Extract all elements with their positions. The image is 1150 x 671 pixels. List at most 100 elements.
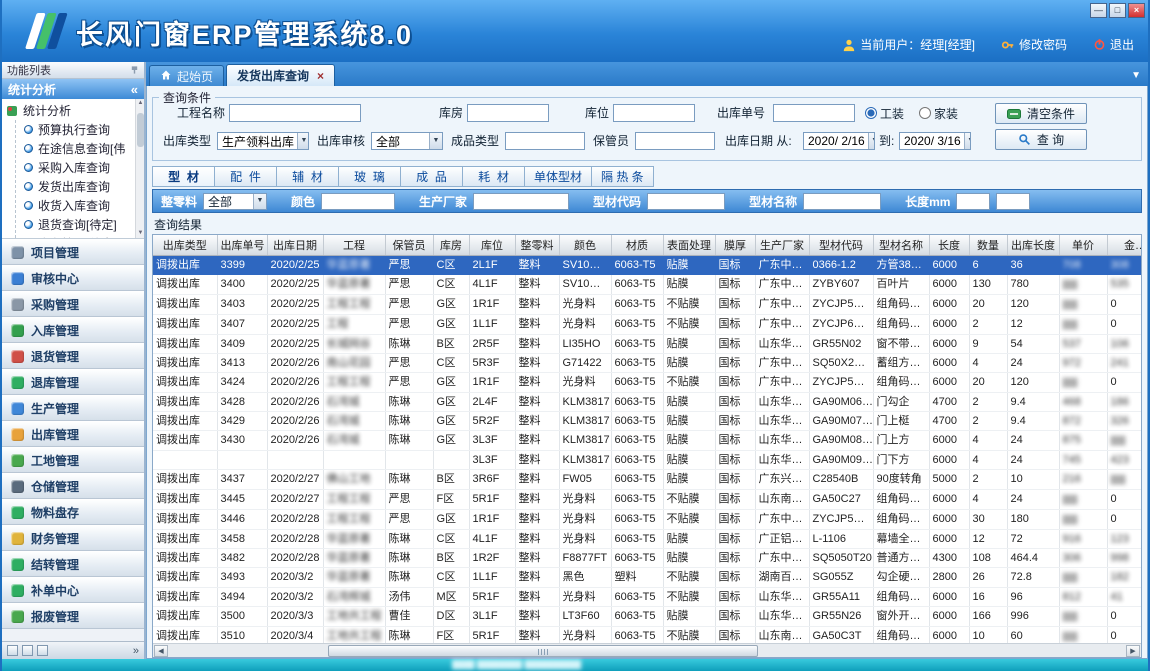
column-header[interactable]: 表面处理 xyxy=(663,235,715,255)
tree-item[interactable]: 预算执行查询 xyxy=(16,120,144,139)
scrollbar-thumb[interactable] xyxy=(328,645,758,657)
column-header[interactable]: 型材代码 xyxy=(809,235,873,255)
column-header[interactable]: 数量 xyxy=(969,235,1007,255)
sidebar-item-project[interactable]: 项目管理 xyxy=(2,239,144,265)
table-row[interactable]: 调拨出库35002020/3/3工地共工程曹佳D区3L1F整料LT3F60606… xyxy=(153,606,1141,626)
tree-scrollbar[interactable]: ▲ ▼ xyxy=(135,99,144,238)
color-input[interactable] xyxy=(321,193,395,210)
product-type-input[interactable] xyxy=(505,132,585,150)
table-row[interactable]: 调拨出库34582020/2/28华蓝原著陈琳C区4L1F整料光身料6063-T… xyxy=(153,529,1141,548)
sidebar-item-return-goods[interactable]: 退货管理 xyxy=(2,343,144,369)
table-row[interactable]: 调拨出库34462020/2/28工程工程严思G区1R1F整料光身料6063-T… xyxy=(153,509,1141,529)
keeper-input[interactable] xyxy=(635,132,715,150)
scrollbar-track[interactable] xyxy=(168,645,1126,657)
sidebar-item-warehouse[interactable]: 仓储管理 xyxy=(2,473,144,499)
tab-start[interactable]: 起始页 xyxy=(149,65,224,86)
table-row[interactable]: 调拨出库34822020/2/28华蓝原著陈琳B区1R2F整料F8877FT60… xyxy=(153,548,1141,567)
table-row[interactable]: 调拨出库34932020/3/2华蓝原著陈琳C区1L1F整料黑色塑料不贴膜国标湖… xyxy=(153,567,1141,587)
change-password-button[interactable]: 修改密码 xyxy=(1001,36,1067,53)
column-header[interactable]: 出库单号 xyxy=(217,235,267,255)
table-row[interactable]: 调拨出库34132020/2/26南山花园严思C区5R3F整料G71422606… xyxy=(153,353,1141,372)
tree-item[interactable]: 库存管理[待定] xyxy=(16,234,144,239)
statistics-section-header[interactable]: 统计分析 « xyxy=(2,79,144,99)
length-min-input[interactable] xyxy=(956,193,990,210)
column-header[interactable]: 颜色 xyxy=(559,235,611,255)
profile-code-input[interactable] xyxy=(647,193,725,210)
column-header[interactable]: 库位 xyxy=(469,235,515,255)
material-tab[interactable]: 成 品 xyxy=(400,166,462,187)
mini-tool-icon[interactable] xyxy=(7,645,18,656)
column-header[interactable]: 库房 xyxy=(433,235,469,255)
scroll-up-icon[interactable]: ▲ xyxy=(136,99,144,108)
material-tab[interactable]: 耗 材 xyxy=(462,166,524,187)
scroll-down-icon[interactable]: ▼ xyxy=(136,229,144,238)
column-header[interactable]: 出库长度 xyxy=(1007,235,1059,255)
sidebar-item-return-stock[interactable]: 退库管理 xyxy=(2,369,144,395)
sidebar-item-production[interactable]: 生产管理 xyxy=(2,395,144,421)
tree-item[interactable]: 在途信息查询[伟 xyxy=(16,139,144,158)
table-row[interactable]: 调拨出库34942020/3/2石湾辉城汤伟M区5R1F整料光身料6063-T5… xyxy=(153,587,1141,606)
table-row[interactable]: 调拨出库34302020/2/26石湾城陈琳G区3L3F整料KLM3817606… xyxy=(153,430,1141,450)
project-name-input[interactable] xyxy=(229,104,361,122)
table-row[interactable]: 调拨出库34242020/2/26工程工程严思G区1R1F整料光身料6063-T… xyxy=(153,372,1141,392)
sidebar-item-inventory[interactable]: 物料盘存 xyxy=(2,499,144,525)
column-header[interactable]: 出库日期 xyxy=(267,235,323,255)
column-header[interactable]: 型材名称 xyxy=(873,235,929,255)
sidebar-item-audit[interactable]: 审核中心 xyxy=(2,265,144,291)
radio-gongzhuang[interactable]: 工装 xyxy=(865,104,904,122)
order-no-input[interactable] xyxy=(773,104,855,122)
table-row[interactable]: 调拨出库34002020/2/25华蓝原著严思C区4L1F整料SV10…6063… xyxy=(153,274,1141,294)
mini-tool-icon[interactable] xyxy=(22,645,33,656)
table-row[interactable]: 调拨出库34452020/2/27工程工程严思F区5R1F整料光身料6063-T… xyxy=(153,489,1141,509)
table-row[interactable]: 3L3F整料KLM38176063-T5贴膜国标山东华…GA90M09…门下方6… xyxy=(153,450,1141,469)
scroll-right-icon[interactable]: ▶ xyxy=(1126,645,1140,657)
table-row[interactable]: 调拨出库33992020/2/25华蓝原著严思C区2L1F整料SV10…6063… xyxy=(153,255,1141,274)
table-row[interactable]: 调拨出库34032020/2/25工程工程严思G区1R1F整料光身料6063-T… xyxy=(153,294,1141,314)
date-from-picker[interactable]: 2020/ 2/16▼ xyxy=(803,132,875,150)
logout-button[interactable]: 退出 xyxy=(1093,36,1134,53)
horizontal-scrollbar[interactable]: ◀ ▶ xyxy=(153,643,1141,657)
warehouse-input[interactable] xyxy=(467,104,549,122)
column-header[interactable]: 膜厚 xyxy=(715,235,755,255)
search-button[interactable]: 查 询 xyxy=(995,129,1087,150)
material-tab[interactable]: 隔 热 条 xyxy=(591,166,654,187)
out-type-select[interactable]: 生产领料出库▼ xyxy=(217,132,309,150)
scroll-left-icon[interactable]: ◀ xyxy=(154,645,168,657)
tab-list-dropdown-icon[interactable]: ▼ xyxy=(1131,70,1141,81)
column-header[interactable]: 整零料 xyxy=(515,235,559,255)
length-max-input[interactable] xyxy=(996,193,1030,210)
tree-item[interactable]: 收货入库查询 xyxy=(16,196,144,215)
maker-input[interactable] xyxy=(473,193,569,210)
sidebar-item-purchase[interactable]: 采购管理 xyxy=(2,291,144,317)
audit-select[interactable]: 全部▼ xyxy=(371,132,443,150)
column-header[interactable]: 长度 xyxy=(929,235,969,255)
profile-name-input[interactable] xyxy=(803,193,881,210)
material-tab[interactable]: 型 材 xyxy=(152,166,214,187)
sidebar-item-site[interactable]: 工地管理 xyxy=(2,447,144,473)
table-row[interactable]: 调拨出库34072020/2/25工程严思G区1L1F整料光身料6063-T5不… xyxy=(153,314,1141,334)
location-input[interactable] xyxy=(613,104,695,122)
sidebar-item-supplement[interactable]: 补单中心 xyxy=(2,577,144,603)
material-tab[interactable]: 玻 璃 xyxy=(338,166,400,187)
sidebar-item-finance[interactable]: 财务管理 xyxy=(2,525,144,551)
tree-item[interactable]: 退货查询[待定] xyxy=(16,215,144,234)
table-row[interactable]: 调拨出库34372020/2/27佛山工地陈琳B区3R6F整料FW056063-… xyxy=(153,469,1141,489)
close-button[interactable]: × xyxy=(1128,3,1145,18)
table-row[interactable]: 调拨出库34292020/2/26石湾城陈琳G区5R2F整料KLM3817606… xyxy=(153,411,1141,430)
tab-close-icon[interactable]: × xyxy=(317,69,324,83)
mini-tool-icon[interactable] xyxy=(37,645,48,656)
clear-conditions-button[interactable]: 清空条件 xyxy=(995,103,1087,124)
column-header[interactable]: 材质 xyxy=(611,235,663,255)
maximize-button[interactable]: □ xyxy=(1109,3,1126,18)
tree-root-statistics[interactable]: 统计分析 xyxy=(2,101,144,120)
tree-item[interactable]: 采购入库查询 xyxy=(16,158,144,177)
column-header[interactable]: 工程 xyxy=(323,235,385,255)
column-header[interactable]: 保管员 xyxy=(385,235,433,255)
table-row[interactable]: 调拨出库35102020/3/4工地共工程陈琳F区5R1F整料光身料6063-T… xyxy=(153,626,1141,643)
column-header[interactable]: 生产厂家 xyxy=(755,235,809,255)
column-header[interactable]: 出库类型 xyxy=(153,235,217,255)
material-tab[interactable]: 单体型材 xyxy=(524,166,591,187)
jiazhuang-radio[interactable] xyxy=(919,107,931,119)
collapse-icon[interactable]: « xyxy=(131,82,138,97)
minimize-button[interactable]: — xyxy=(1090,3,1107,18)
